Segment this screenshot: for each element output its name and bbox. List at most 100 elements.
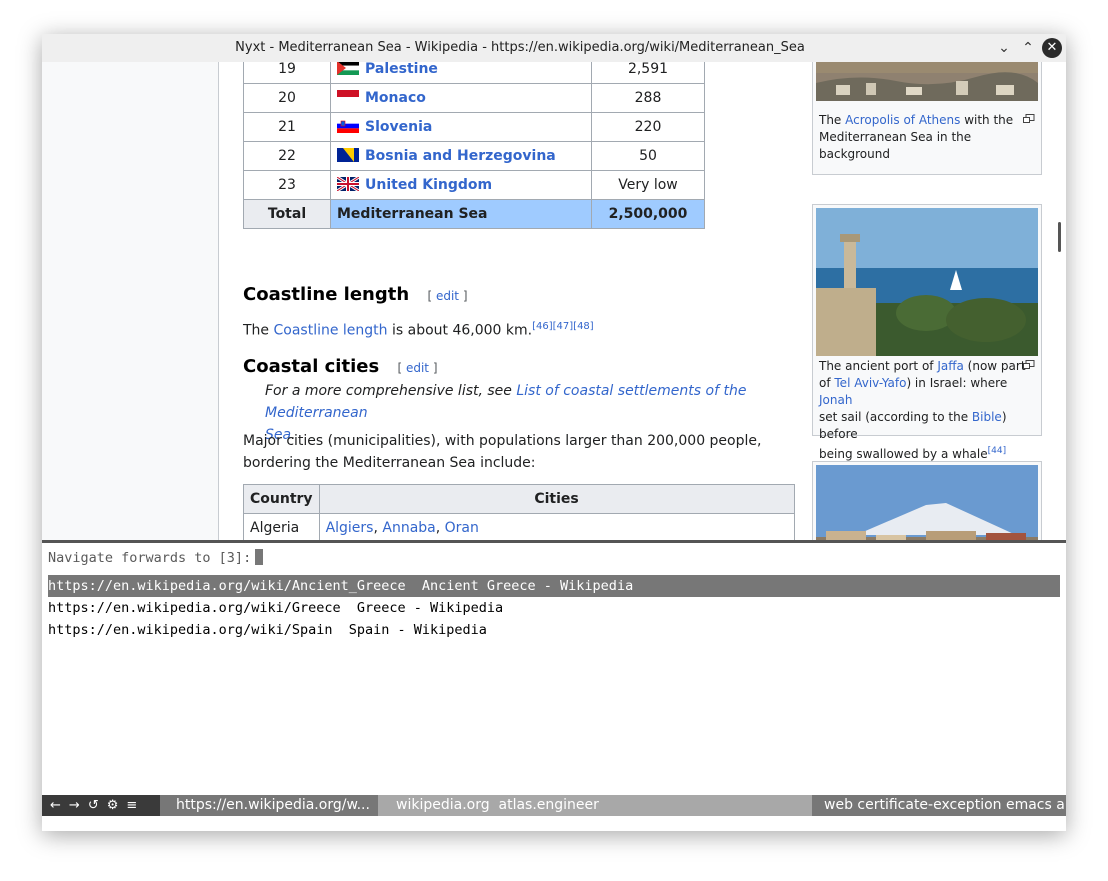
rank-cell: 19	[243, 62, 331, 84]
country-link[interactable]: Palestine	[365, 62, 438, 77]
uk-flag-icon	[336, 175, 360, 193]
total-name: Mediterranean Sea	[330, 199, 592, 229]
country-link[interactable]: Monaco	[365, 90, 426, 106]
cities-para-line2: bordering the Mediterranean Sea include:	[243, 455, 536, 471]
total-label: Total	[243, 199, 331, 229]
jaffa-ref[interactable]: [44]	[988, 446, 1006, 456]
jaffa-caption: The ancient port of Jaffa (now part of T…	[819, 358, 1033, 463]
jonah-link[interactable]: Jonah	[819, 393, 852, 407]
monaco-flag-icon	[337, 90, 359, 104]
coastline-paragraph: The Coastline length is about 46,000 km.…	[243, 316, 594, 342]
status-domains: wikipedia.org atlas.engineer	[396, 797, 599, 813]
coastline-text-post: is about 46,000 km.	[387, 322, 533, 339]
prompt-line: Navigate forwards to [3]:	[48, 549, 264, 566]
prompt-buffer: Navigate forwards to [3]: https://en.wik…	[42, 543, 1066, 793]
coastal-edit: [ edit ]	[397, 361, 438, 375]
close-icon[interactable]: ✕	[1042, 38, 1062, 58]
jaffa-cap-l1-post: (now part	[963, 359, 1026, 373]
prompt-input-cursor[interactable]	[255, 549, 264, 565]
city-link[interactable]: Oran	[445, 520, 479, 536]
suggestion-item[interactable]: https://en.wikipedia.org/wiki/Spain Spai…	[48, 619, 1060, 641]
minimize-icon[interactable]: ⌄	[994, 38, 1014, 58]
header-country: Country	[243, 484, 320, 514]
reload-icon[interactable]: ↺	[88, 798, 99, 813]
window-title: Nyxt - Mediterranean Sea - Wikipedia - h…	[235, 40, 805, 55]
coastline-edit-link[interactable]: edit	[436, 289, 459, 303]
status-modes[interactable]: web certificate-exception emacs a...	[812, 795, 1066, 816]
coastline-refs[interactable]: [46][47][48]	[532, 321, 594, 332]
coastal-cities-heading-text: Coastal cities	[243, 356, 380, 377]
city-link[interactable]: Algiers	[326, 520, 374, 536]
cities-table-header: Country Cities	[243, 484, 795, 514]
bosnia-flag-icon	[337, 148, 359, 162]
prompt-label: Navigate forwards to [3]:	[48, 550, 252, 566]
area-cell: 220	[591, 112, 705, 142]
country-cell: Bosnia and Herzegovina	[330, 141, 592, 171]
coastline-country-table: 19 Palestine 2,591 20 Monaco 288 21 Slovenia 220…	[243, 62, 705, 229]
thumb-etna	[812, 461, 1042, 540]
cities-cell: Algiers, Annaba, Oran	[318, 513, 795, 540]
total-value: 2,500,000	[591, 199, 705, 229]
nav-buttons: ← → ↺ ⚙ ≡	[42, 795, 160, 816]
acropolis-caption-post: with the	[960, 113, 1014, 127]
jaffa-cap-l2-mid: ) in Israel: where	[906, 376, 1008, 390]
palestine-flag-icon	[337, 62, 359, 75]
area-cell: 288	[591, 83, 705, 113]
back-icon[interactable]: ←	[50, 798, 61, 813]
status-url[interactable]: https://en.wikipedia.org/w...	[160, 795, 378, 816]
area-cell: 2,591	[591, 62, 705, 84]
suggestion-item[interactable]: https://en.wikipedia.org/wiki/Greece Gre…	[48, 597, 1060, 619]
thumb-acropolis: The Acropolis of Athens with the Mediterr…	[812, 62, 1042, 175]
area-cell: 50	[591, 141, 705, 171]
forward-icon[interactable]: →	[69, 798, 80, 813]
coastline-text-pre: The	[243, 322, 274, 339]
coastline-edit: [ edit ]	[427, 289, 468, 303]
jaffa-cap-l4: being swallowed by a whale	[819, 447, 988, 461]
coastal-cities-heading: Coastal cities [ edit ]	[243, 356, 438, 377]
tel-aviv-link[interactable]: Tel Aviv-Yafo	[834, 376, 906, 390]
cities-para-line1: Major cities (municipalities), with popu…	[243, 433, 762, 449]
slovenia-flag-icon	[337, 119, 359, 133]
hatnote-pre: For a more comprehensive list, see	[265, 383, 517, 399]
scrollbar-thumb[interactable]	[1058, 222, 1061, 252]
city-link[interactable]: Annaba	[382, 520, 435, 536]
maximize-icon[interactable]: ⌃	[1018, 38, 1038, 58]
country-cell: Slovenia	[330, 112, 592, 142]
thumb-jaffa: The ancient port of Jaffa (now part of T…	[812, 204, 1042, 461]
sidebar-divider	[218, 62, 219, 540]
acropolis-link[interactable]: Acropolis of Athens	[845, 113, 960, 127]
suggestion-item[interactable]: https://en.wikipedia.org/wiki/Ancient_Gr…	[48, 575, 1060, 597]
country-cell: Algeria	[243, 513, 320, 540]
jaffa-link[interactable]: Jaffa	[937, 359, 964, 373]
acropolis-caption-line2: Mediterranean Sea in the background	[819, 130, 972, 161]
table-row: 21 Slovenia 220	[243, 112, 705, 142]
table-row: 20 Monaco 288	[243, 83, 705, 113]
coastline-length-link[interactable]: Coastline length	[274, 323, 388, 339]
jaffa-cap-l2-pre: of	[819, 376, 835, 390]
rank-cell: 20	[243, 83, 331, 113]
coastline-heading-text: Coastline length	[243, 284, 410, 305]
area-cell: Very low	[591, 170, 705, 200]
rank-cell: 22	[243, 141, 331, 171]
bible-link[interactable]: Bible	[972, 410, 1002, 424]
enlarge-icon[interactable]	[1023, 114, 1035, 124]
table-row: Algeria Algiers, Annaba, Oran	[243, 513, 795, 540]
jaffa-image[interactable]	[816, 208, 1038, 356]
cities-paragraph: Major cities (municipalities), with popu…	[243, 430, 803, 474]
country-link[interactable]: United Kingdom	[365, 177, 492, 193]
title-bar: Nyxt - Mediterranean Sea - Wikipedia - h…	[42, 34, 1066, 62]
rank-cell: 23	[243, 170, 331, 200]
jaffa-cap-l3-pre: set sail (according to the	[819, 410, 972, 424]
coastal-edit-link[interactable]: edit	[406, 361, 429, 375]
gear-icon[interactable]: ⚙	[107, 798, 119, 813]
enlarge-icon[interactable]	[1023, 360, 1035, 370]
acropolis-image[interactable]	[816, 62, 1038, 101]
country-link[interactable]: Bosnia and Herzegovina	[365, 148, 556, 164]
table-row: 22 Bosnia and Herzegovina 50	[243, 141, 705, 171]
country-link[interactable]: Slovenia	[365, 119, 432, 135]
table-row: 19 Palestine 2,591	[243, 62, 705, 84]
menu-icon[interactable]: ≡	[126, 798, 137, 813]
browser-window: Nyxt - Mediterranean Sea - Wikipedia - h…	[42, 34, 1066, 831]
table-row-total: Total Mediterranean Sea 2,500,000	[243, 199, 705, 229]
etna-image[interactable]	[816, 465, 1038, 540]
